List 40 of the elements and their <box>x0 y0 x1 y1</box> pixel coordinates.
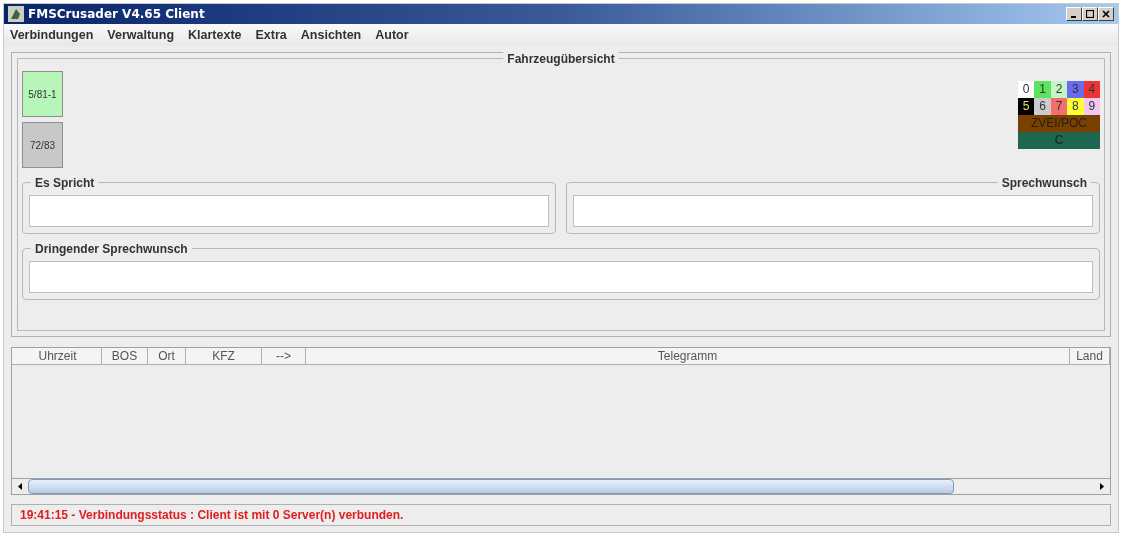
vehicle-button[interactable]: 72/83 <box>22 122 63 168</box>
legend-swatch: 5 <box>1018 98 1035 115</box>
column-header[interactable]: BOS <box>102 348 148 364</box>
legend-swatch: 1 <box>1034 81 1051 98</box>
group-title: Dringender Sprechwunsch <box>31 241 192 257</box>
maximize-icon <box>1086 10 1094 18</box>
es-spricht-field[interactable] <box>29 195 549 227</box>
menu-item[interactable]: Klartexte <box>188 25 242 45</box>
legend-swatch: 3 <box>1067 81 1084 98</box>
legend-swatch: ZVEI/POC <box>1018 115 1100 132</box>
group-title: Es Spricht <box>31 175 99 191</box>
column-header[interactable]: --> <box>262 348 306 364</box>
vehicle-button[interactable]: 5/81-1 <box>22 71 63 117</box>
menu-item[interactable]: Autor <box>375 25 409 45</box>
column-header[interactable]: Uhrzeit <box>14 348 102 364</box>
legend-swatch: 0 <box>1018 81 1035 98</box>
legend-swatch: 8 <box>1067 98 1084 115</box>
menu-item[interactable]: Ansichten <box>300 25 362 45</box>
scrollbar-thumb[interactable] <box>28 479 954 494</box>
menu-item[interactable]: Verbindungen <box>10 25 94 45</box>
close-icon <box>1102 10 1110 18</box>
column-header[interactable]: Ort <box>148 348 186 364</box>
group-title: Sprechwunsch <box>997 175 1091 191</box>
app-icon <box>8 6 24 22</box>
legend-swatch: C <box>1018 132 1100 149</box>
menu-item[interactable]: Extra <box>255 25 287 45</box>
panel-title: Fahrzeugübersicht <box>503 51 619 67</box>
column-header[interactable]: KFZ <box>186 348 262 364</box>
status-message: 19:41:15 - Verbindungsstatus : Client ist mit 0 Server(n) verbunden. <box>20 507 404 524</box>
dringend-field[interactable] <box>29 261 1093 293</box>
legend-swatch: 6 <box>1034 98 1051 115</box>
window-title: FMSCrusader V4.65 Client <box>28 6 205 23</box>
sprechwunsch-field[interactable] <box>573 195 1093 227</box>
column-header[interactable]: Telegramm <box>306 348 1070 364</box>
menu-item[interactable]: Verwaltung <box>107 25 175 45</box>
maximize-button[interactable] <box>1082 7 1098 21</box>
horizontal-scrollbar[interactable] <box>12 478 1110 494</box>
close-button[interactable] <box>1098 7 1114 21</box>
minimize-button[interactable] <box>1066 7 1082 21</box>
column-header[interactable]: Land <box>1070 348 1110 364</box>
